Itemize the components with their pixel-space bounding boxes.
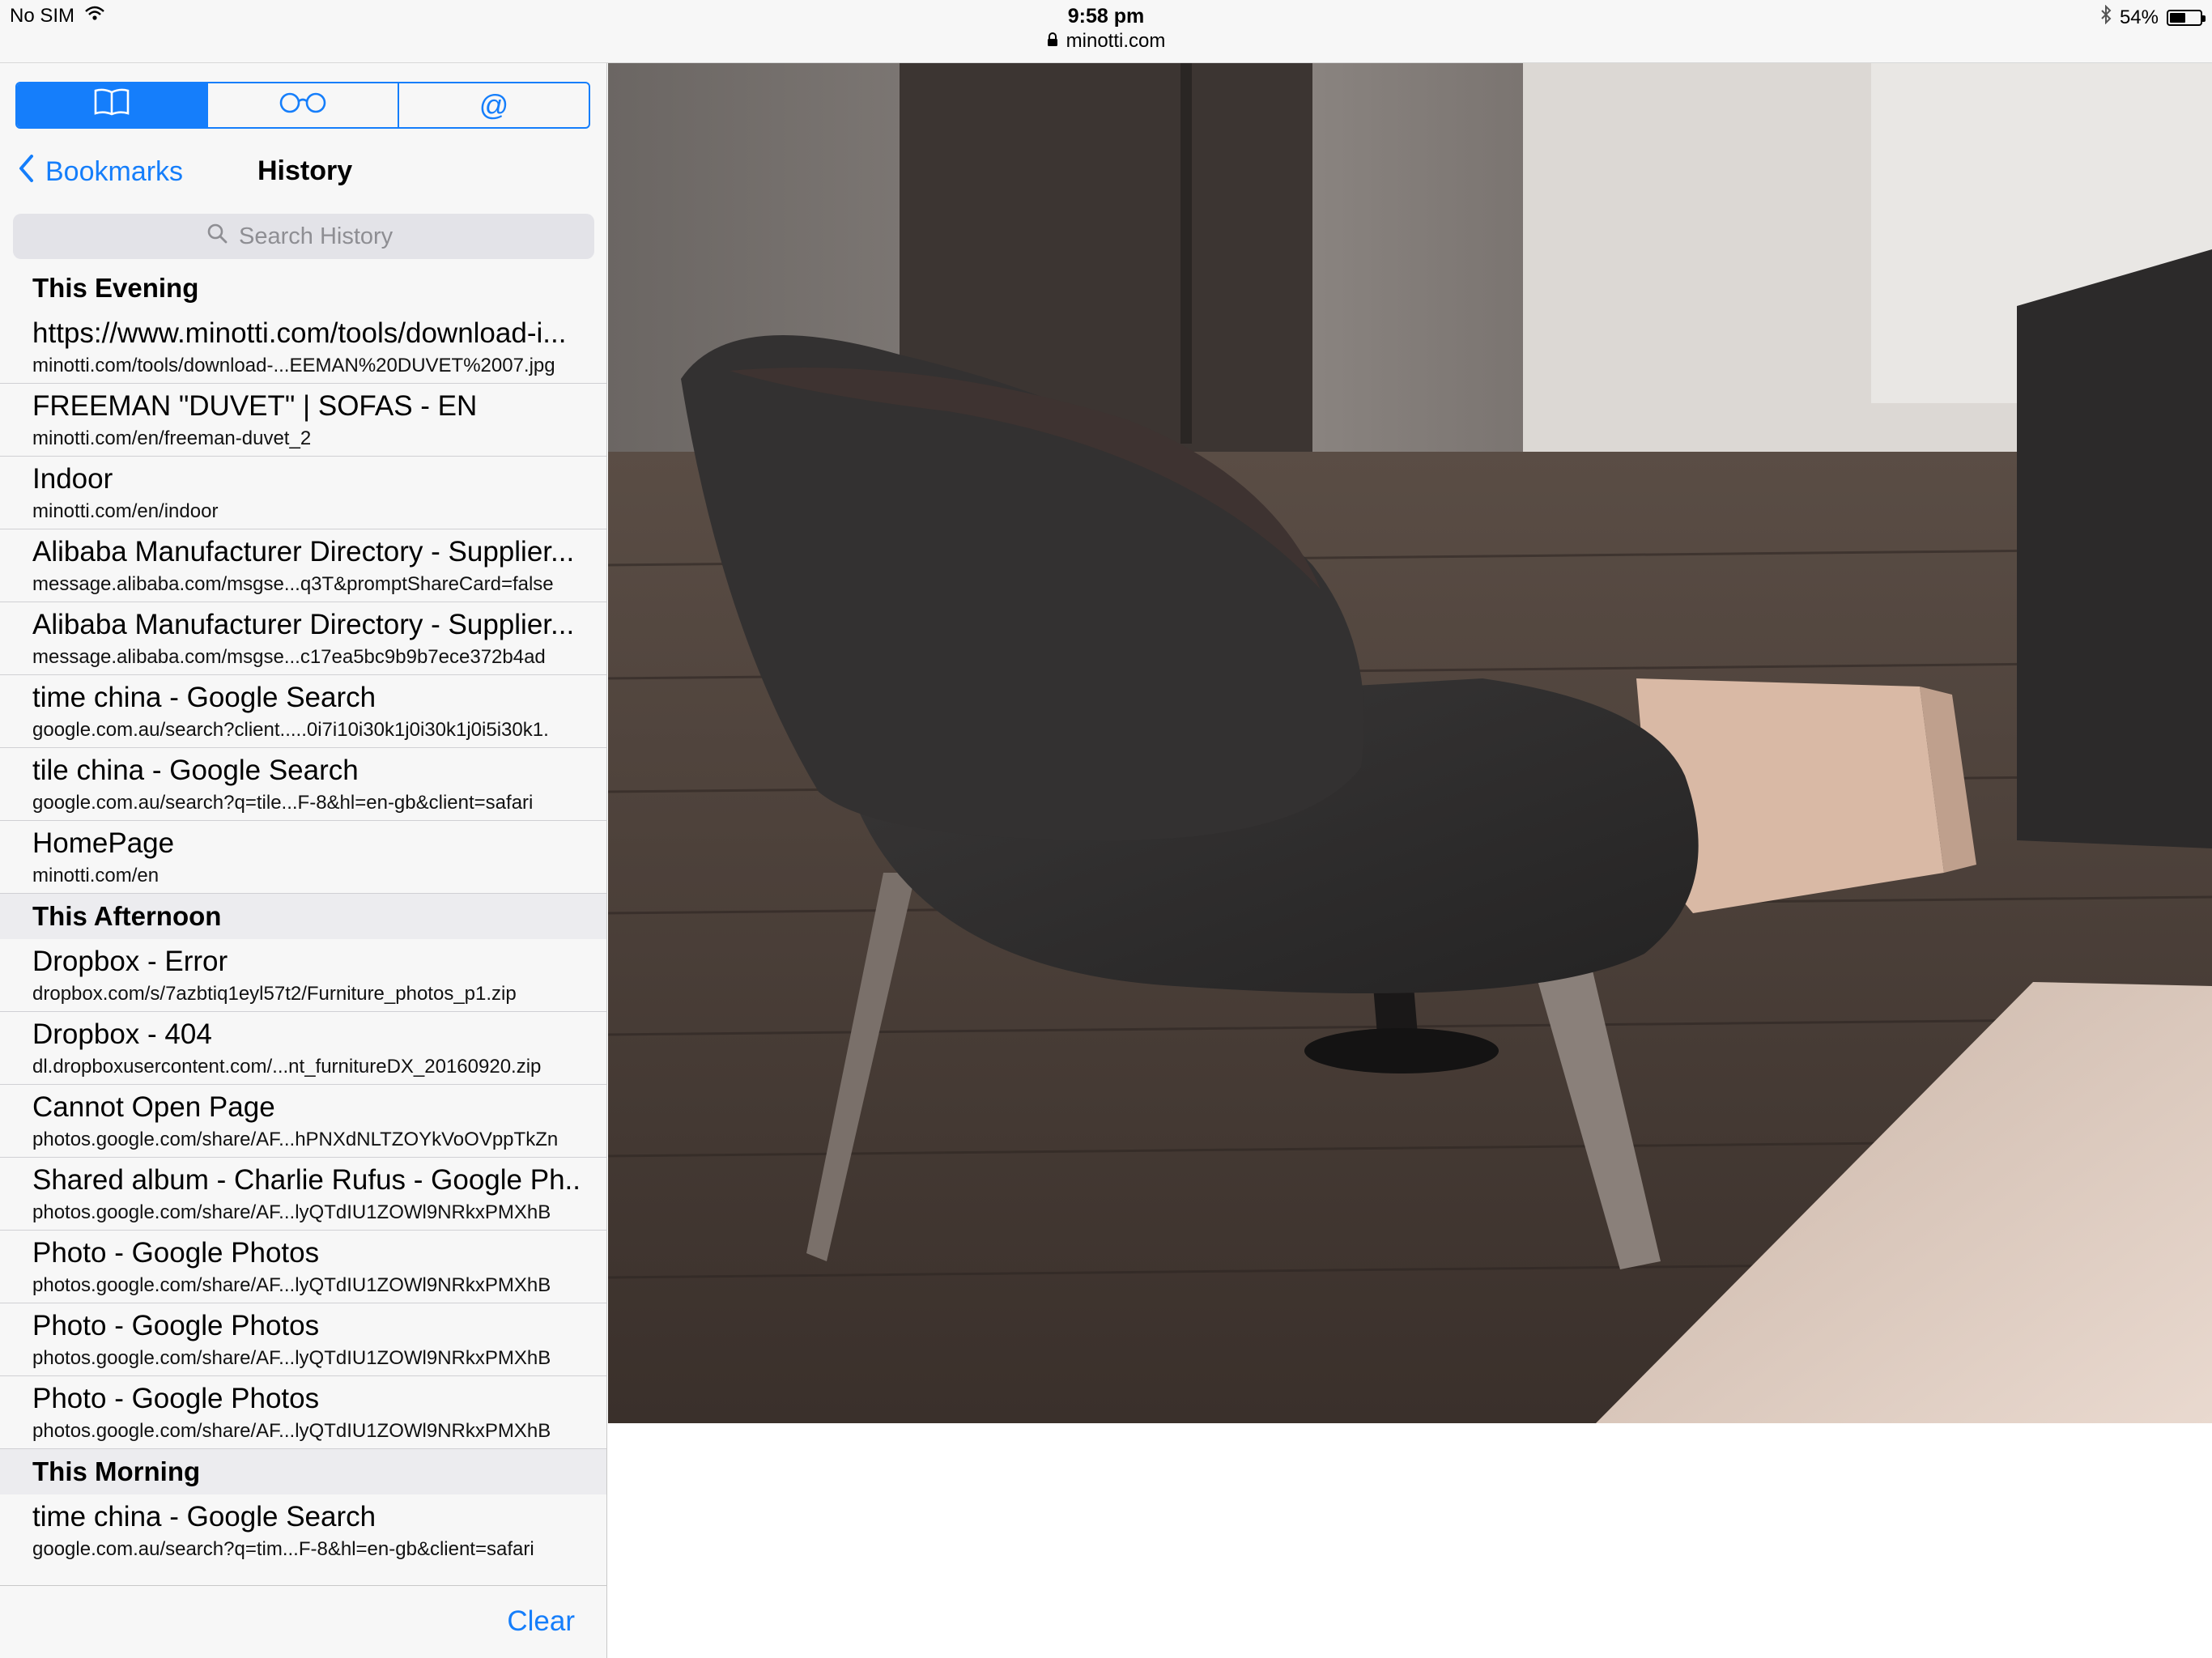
- history-item[interactable]: time china - Google Search google.com.au/…: [0, 1494, 606, 1567]
- at-sign-icon: @: [479, 88, 509, 121]
- history-item-title: Alibaba Manufacturer Directory - Supplie…: [32, 536, 575, 568]
- history-item[interactable]: Dropbox - Error dropbox.com/s/7azbtiq1eyl…: [0, 939, 606, 1012]
- history-item[interactable]: time china - Google Search google.com.au/…: [0, 675, 606, 748]
- history-item[interactable]: https://www.minotti.com/tools/download-i…: [0, 311, 606, 384]
- dark-sofa: [2017, 249, 2212, 848]
- history-item-url: message.alibaba.com/msgse...c17ea5bc9b9b…: [32, 646, 546, 668]
- section-header: This Morning: [0, 1449, 606, 1494]
- history-item-url: dropbox.com/s/7azbtiq1eyl57t2/Furniture_…: [32, 983, 517, 1005]
- history-item-title: https://www.minotti.com/tools/download-i…: [32, 317, 567, 349]
- history-item-title: Alibaba Manufacturer Directory - Supplie…: [32, 609, 575, 640]
- back-button[interactable]: Bookmarks: [18, 154, 183, 190]
- back-button-label: Bookmarks: [45, 156, 184, 187]
- swivel-base: [1304, 1028, 1499, 1073]
- armchair-photo-illustration: [608, 63, 2212, 1423]
- book-icon: [92, 87, 131, 124]
- address-bar[interactable]: minotti.com: [1047, 29, 1166, 53]
- history-item[interactable]: tile china - Google Search google.com.au/…: [0, 748, 606, 821]
- history-item-url: photos.google.com/share/AF...lyQTdIU1ZOW…: [32, 1201, 551, 1223]
- history-item-title: time china - Google Search: [32, 1501, 376, 1533]
- history-item[interactable]: Photo - Google Photos photos.google.com/s…: [0, 1376, 606, 1449]
- history-item-url: minotti.com/en: [32, 865, 160, 886]
- history-item-url: photos.google.com/share/AF...lyQTdIU1ZOW…: [32, 1274, 551, 1296]
- history-item-title: Dropbox - 404: [32, 1018, 212, 1050]
- glasses-icon: [276, 88, 330, 122]
- tab-reading-list[interactable]: [206, 83, 398, 127]
- section-header: This Afternoon: [0, 894, 606, 939]
- history-item-title: tile china - Google Search: [32, 755, 359, 786]
- battery-icon: [2167, 9, 2206, 26]
- history-item[interactable]: Alibaba Manufacturer Directory - Supplie…: [0, 529, 606, 602]
- search-bar[interactable]: [13, 214, 594, 259]
- history-item[interactable]: FREEMAN "DUVET" | SOFAS - EN minotti.com/…: [0, 384, 606, 457]
- address-bar-url: minotti.com: [1066, 30, 1166, 52]
- history-item-url: google.com.au/search?client.....0i7i10i3…: [32, 719, 549, 741]
- history-item-url: photos.google.com/share/AF...lyQTdIU1ZOW…: [32, 1347, 551, 1369]
- history-item-title: Photo - Google Photos: [32, 1310, 320, 1341]
- history-item-url: google.com.au/search?q=tile...F-8&hl=en-…: [32, 792, 534, 814]
- history-sidebar: @ Bookmarks History This Evening https:/…: [0, 63, 607, 1658]
- history-item[interactable]: Dropbox - 404 dl.dropboxusercontent.com/.…: [0, 1012, 606, 1085]
- history-item-title: FREEMAN "DUVET" | SOFAS - EN: [32, 390, 478, 422]
- history-item[interactable]: Alibaba Manufacturer Directory - Supplie…: [0, 602, 606, 675]
- history-item-url: minotti.com/tools/download-...EEMAN%20DU…: [32, 355, 555, 376]
- search-icon: [206, 223, 228, 250]
- history-item[interactable]: Photo - Google Photos photos.google.com/s…: [0, 1303, 606, 1376]
- history-item[interactable]: Indoor minotti.com/en/indoor: [0, 457, 606, 529]
- section-header: This Evening: [0, 266, 606, 311]
- status-bar: No SIM 9:58 pm minotti.com 54%: [0, 0, 2212, 63]
- history-item-url: dl.dropboxusercontent.com/...nt_furnitur…: [32, 1056, 542, 1078]
- history-item-title: Dropbox - Error: [32, 946, 228, 977]
- lock-icon: [1047, 29, 1058, 53]
- history-item-title: Photo - Google Photos: [32, 1237, 320, 1269]
- sidebar-segmented-control: @: [15, 82, 590, 129]
- tab-shared-links[interactable]: @: [398, 83, 589, 127]
- battery-percent: 54%: [2119, 6, 2159, 28]
- history-item-url: google.com.au/search?q=tim...F-8&hl=en-g…: [32, 1538, 534, 1560]
- history-item[interactable]: HomePage minotti.com/en: [0, 821, 606, 894]
- status-center: 9:58 pm minotti.com: [0, 3, 2212, 53]
- armchair-photo: [608, 63, 2212, 1423]
- chevron-left-icon: [18, 154, 34, 190]
- tab-bookmarks[interactable]: [17, 83, 206, 127]
- history-item-title: Shared album - Charlie Rufus - Google Ph…: [32, 1164, 583, 1196]
- history-list: This Evening https://www.minotti.com/too…: [0, 266, 606, 1567]
- history-item-url: minotti.com/en/freeman-duvet_2: [32, 427, 312, 449]
- history-item-title: Photo - Google Photos: [32, 1383, 320, 1414]
- history-item-url: minotti.com/en/indoor: [32, 500, 219, 522]
- clock: 9:58 pm: [1067, 5, 1145, 28]
- battery-level: [2170, 12, 2185, 23]
- lamp-pole: [1180, 63, 1192, 444]
- history-item-url: message.alibaba.com/msgse...q3T&promptSh…: [32, 573, 554, 595]
- history-item-url: photos.google.com/share/AF...hPNXdNLTZOY…: [32, 1129, 559, 1150]
- history-item-url: photos.google.com/share/AF...lyQTdIU1ZOW…: [32, 1420, 551, 1442]
- history-item[interactable]: Cannot Open Page photos.google.com/share/…: [0, 1085, 606, 1158]
- history-item[interactable]: Shared album - Charlie Rufus - Google Ph…: [0, 1158, 606, 1231]
- history-item-title: time china - Google Search: [32, 682, 376, 713]
- history-item-title: Indoor: [32, 463, 113, 495]
- sidebar-footer: Clear: [0, 1585, 606, 1658]
- clear-history-button[interactable]: Clear: [507, 1605, 575, 1638]
- bluetooth-icon: [2100, 4, 2112, 30]
- search-input[interactable]: [239, 223, 401, 250]
- history-item-title: HomePage: [32, 827, 175, 859]
- page-title: History: [257, 155, 353, 186]
- sidebar-nav-bar: Bookmarks History: [0, 144, 606, 201]
- history-item[interactable]: Photo - Google Photos photos.google.com/s…: [0, 1231, 606, 1303]
- history-item-title: Cannot Open Page: [32, 1091, 275, 1123]
- status-right: 54%: [2100, 4, 2206, 30]
